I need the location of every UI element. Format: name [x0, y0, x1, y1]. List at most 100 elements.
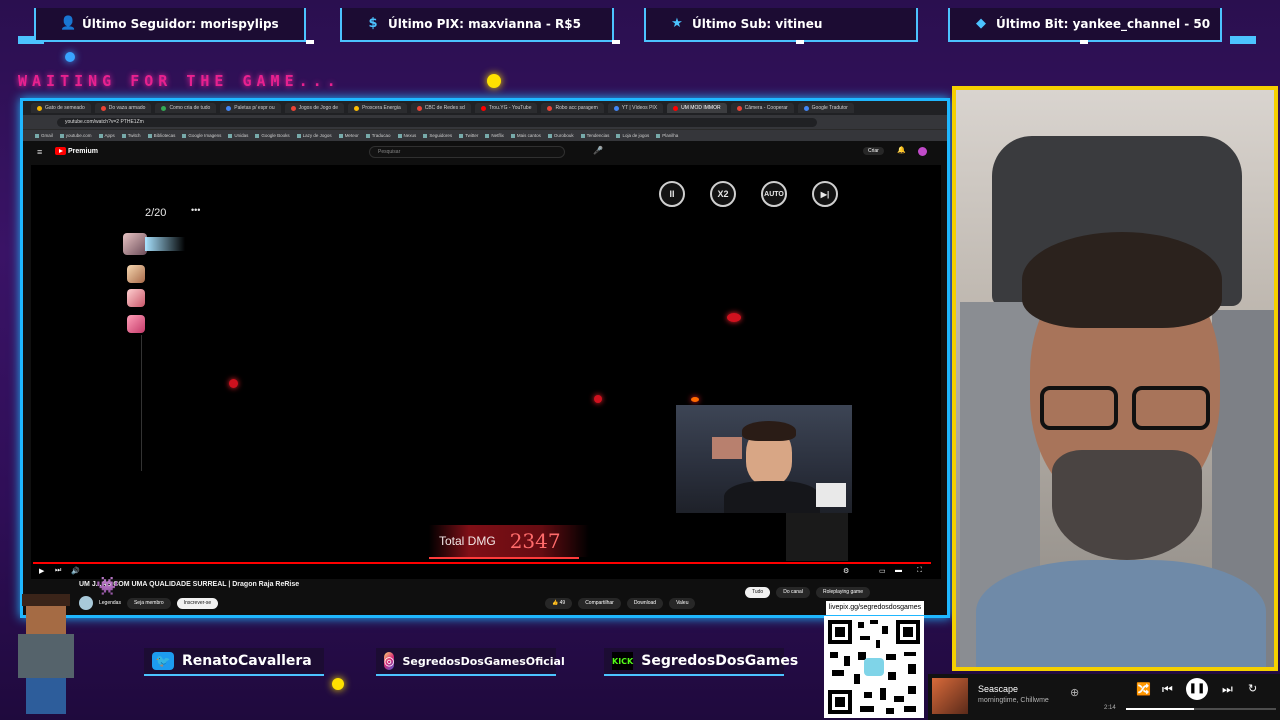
bookmark-item[interactable]: Netflix — [485, 133, 504, 138]
browser-tab[interactable]: Robo acc paragem — [541, 103, 604, 113]
track-title: Seascape — [978, 684, 1019, 694]
alert-text: Último PIX: maxvianna - R$5 — [388, 17, 581, 31]
music-progress-track[interactable] — [1126, 708, 1276, 710]
previous-icon[interactable]: ⏮ — [1162, 682, 1173, 697]
video-progress-bar[interactable] — [33, 562, 931, 564]
tab-favicon-icon — [480, 105, 486, 111]
fullscreen-icon[interactable]: ⛶ — [917, 567, 922, 575]
fire-spark — [691, 397, 699, 402]
bookmark-item[interactable]: Traducao — [366, 133, 391, 138]
browser-window: Gato de semeado Do vaza armado Como cria d… — [20, 98, 950, 618]
bookmark-item[interactable]: Loja de jogos — [616, 133, 649, 138]
bookmark-item[interactable]: youtube.com — [60, 133, 92, 138]
bookmark-item[interactable]: Bibliotecas — [148, 133, 176, 138]
bookmark-item[interactable]: Gmail — [35, 133, 53, 138]
url-field[interactable]: youtube.com/watch?v=2 PTHE1Zm — [57, 117, 817, 127]
chip-all[interactable]: Tudo — [745, 586, 771, 598]
theater-icon[interactable]: ▬ — [895, 567, 902, 574]
browser-tab[interactable]: YT | Vídeos PIX — [607, 103, 664, 113]
volume-icon[interactable]: 🔊 — [71, 567, 80, 575]
shirt — [724, 481, 820, 513]
play-icon[interactable]: ▶ — [39, 567, 44, 575]
tab-favicon-icon — [547, 105, 553, 111]
chip-channel[interactable]: Do canal — [776, 586, 810, 598]
glow-dot — [65, 52, 75, 62]
create-button[interactable]: Criar — [863, 147, 884, 155]
tab-favicon-icon — [37, 105, 42, 111]
track-artist: morningtime, Chillwme — [978, 697, 1049, 704]
alert-corner-deco — [1230, 36, 1256, 44]
tab-favicon-icon — [613, 105, 619, 111]
bookmark-item[interactable]: Google Books — [255, 133, 289, 138]
bookmark-item[interactable]: Meteor — [339, 133, 359, 138]
more-icon[interactable]: ••• — [191, 205, 200, 215]
space-invader-icon: 👾 — [96, 576, 119, 597]
hero-hp-bar — [145, 237, 185, 251]
end-card-thumbnail[interactable] — [786, 513, 848, 561]
pause-button[interactable]: II — [659, 181, 685, 207]
browser-tab[interactable]: Trou.YG - YouTube — [474, 103, 538, 113]
browser-tab[interactable]: Proxcera Energia — [348, 103, 407, 113]
social-kick: KICK SegredosDosGames — [604, 648, 798, 676]
skip-button[interactable]: ▶| — [812, 181, 838, 207]
youtube-logo[interactable]: Premium — [55, 147, 98, 155]
bookmark-item[interactable]: Unidas — [228, 133, 248, 138]
bookmark-item[interactable]: Tendencias — [581, 133, 610, 138]
search-input[interactable]: Pesquisar — [369, 146, 565, 158]
share-button[interactable]: Compartilhar — [578, 597, 621, 609]
auto-button[interactable]: AUTO — [761, 181, 787, 207]
clip-button[interactable]: Valeu — [669, 597, 696, 609]
next-icon[interactable]: ⏭ — [55, 567, 61, 575]
blood-spark — [229, 379, 238, 388]
browser-tab[interactable]: Câmera - Cooperar — [730, 103, 794, 113]
browser-tab[interactable]: Do vaza armado — [94, 103, 152, 113]
settings-icon[interactable]: ⚙ — [843, 567, 849, 575]
blood-spark — [727, 313, 741, 322]
browser-tab[interactable]: UM MOD IMMOR — [667, 103, 727, 113]
qr-code[interactable] — [824, 616, 924, 718]
bookmark-item[interactable]: Google Imagens — [182, 133, 221, 138]
repeat-icon[interactable]: ↻ — [1248, 682, 1257, 695]
microphone-icon[interactable]: 🎤 — [593, 146, 603, 155]
subscribe-button[interactable]: Inscrever-se — [176, 597, 219, 609]
download-button[interactable]: Download — [626, 597, 664, 609]
avatar[interactable] — [918, 147, 927, 156]
bookmark-item[interactable]: Seguidores — [423, 133, 452, 138]
browser-tab[interactable]: Como cria de tudo — [155, 103, 217, 113]
alert-last-bit: ◆ Último Bit: yankee_channel - 50 — [948, 8, 1222, 44]
hair — [742, 421, 796, 441]
bookmark-item[interactable]: Twitter — [459, 133, 478, 138]
add-icon[interactable]: ⊕ — [1070, 686, 1079, 699]
bookmark-item[interactable]: Apps — [99, 133, 115, 138]
alert-last-follower: 👤 Último Seguidor: morispylips — [34, 8, 314, 44]
bookmark-item[interactable]: Planilha — [656, 133, 678, 138]
miniplayer-icon[interactable]: ▭ — [879, 567, 886, 575]
qr-url: livepix.gg/segredosdosgames — [826, 601, 924, 615]
bookmark-item[interactable]: Ourobouk — [548, 133, 574, 138]
browser-tab[interactable]: Paletas p/ espr ou — [220, 103, 281, 113]
menu-icon[interactable]: ≡ — [37, 147, 42, 157]
chip-rpg[interactable]: Roleplaying game — [815, 586, 870, 598]
bookmark-item[interactable]: Nexus — [398, 133, 417, 138]
shuffle-icon[interactable]: 🔀 — [1136, 682, 1151, 696]
hero-portrait — [127, 265, 145, 283]
bookmark-item[interactable]: Lazy de Jogos — [297, 133, 332, 138]
bookmark-item[interactable]: Mais cantos — [511, 133, 541, 138]
speed-x2-button[interactable]: X2 — [710, 181, 736, 207]
pause-icon[interactable]: ❚❚ — [1186, 678, 1208, 700]
total-damage-label: Total DMG — [439, 534, 496, 548]
bookmark-item[interactable]: Twitch — [122, 133, 141, 138]
browser-tab[interactable]: Google Tradutor — [797, 103, 854, 113]
like-button[interactable]: 👍 49 — [545, 597, 573, 609]
total-damage-value: 2347 — [509, 529, 561, 553]
video-player[interactable]: 2/20 ••• II X2 AUTO ▶| Total DMG 2347 — [31, 165, 941, 565]
social-twitter: 🐦 RenatoCavallera — [144, 648, 324, 676]
bell-icon[interactable]: 🔔 — [897, 146, 906, 154]
browser-tab[interactable]: Jogos de Jogo de — [284, 103, 345, 113]
channel-name[interactable]: Legendas — [99, 600, 121, 606]
waiting-title: WAITING FOR THE GAME... — [18, 72, 341, 90]
glasses-left — [1040, 386, 1118, 430]
browser-tab[interactable]: CBC de Redes sd — [410, 103, 471, 113]
next-icon[interactable]: ⏭ — [1222, 682, 1233, 697]
browser-tab[interactable]: Gato de semeado — [31, 103, 91, 113]
